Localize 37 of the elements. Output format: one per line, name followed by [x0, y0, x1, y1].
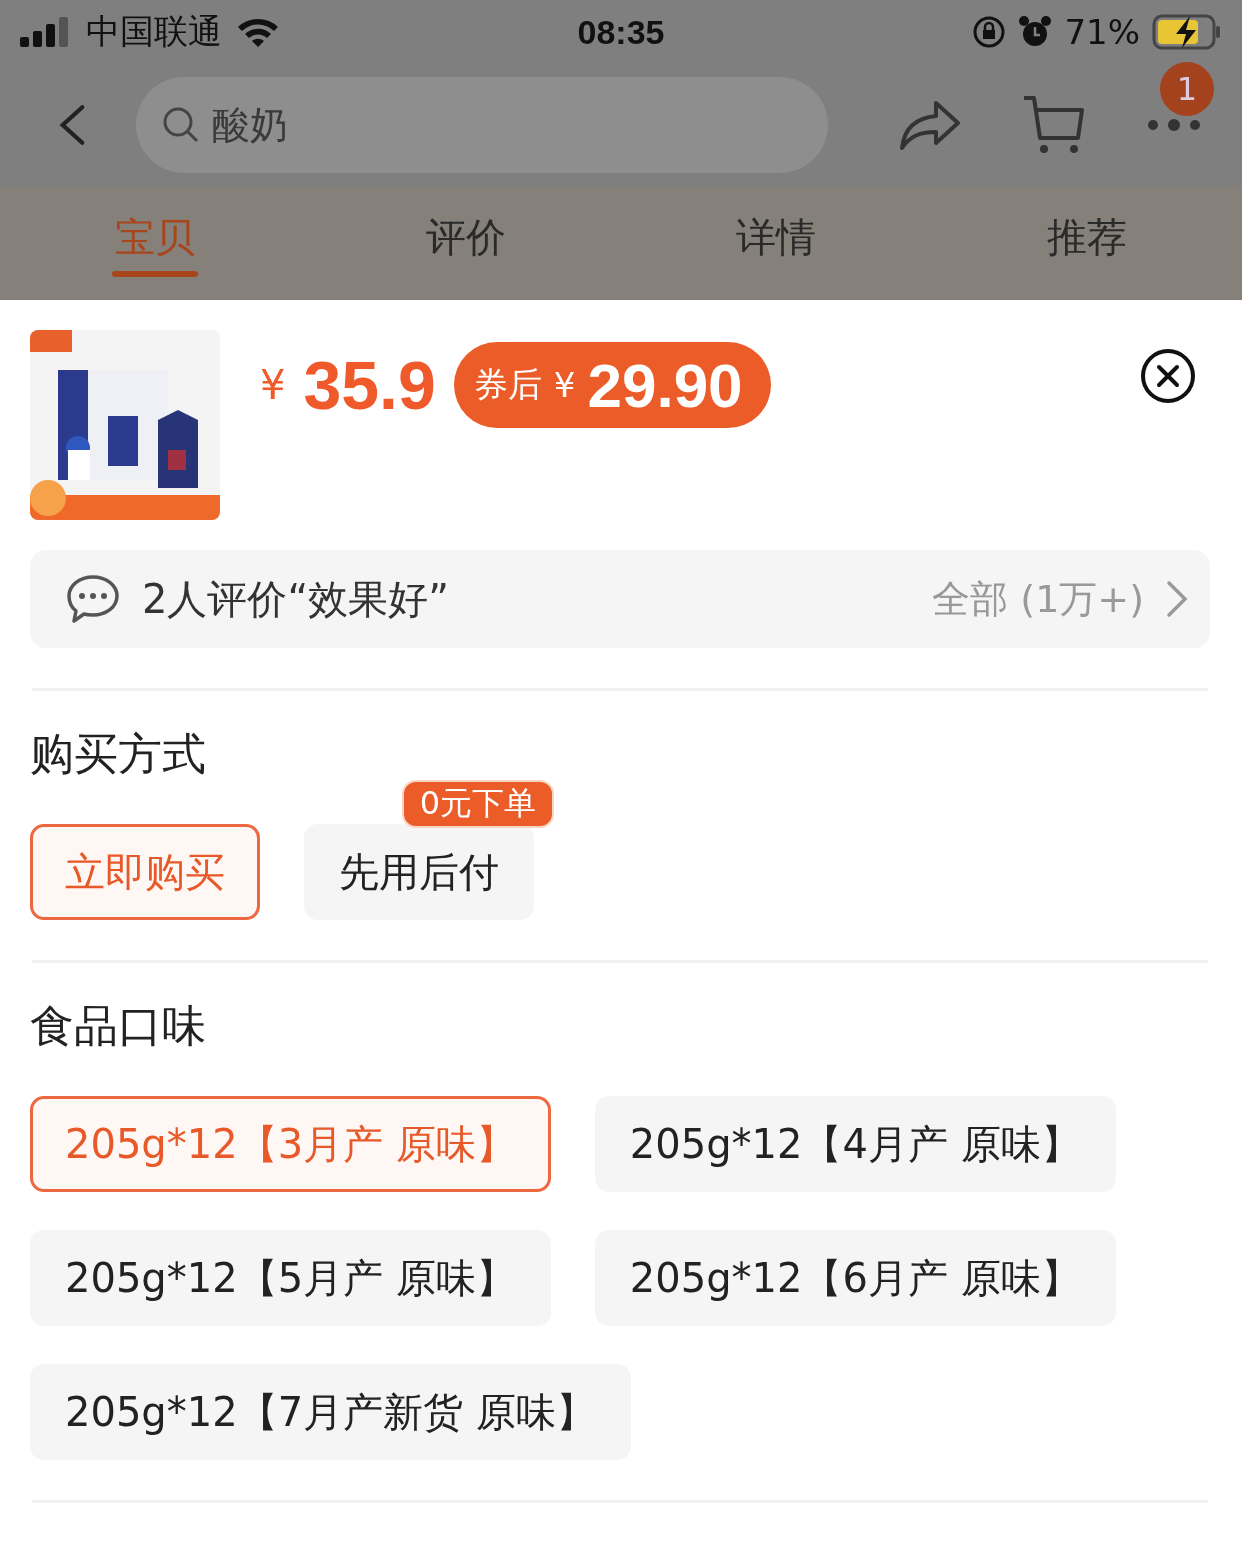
battery-charging-icon [1152, 14, 1222, 50]
coupon-price: 29.90 [587, 349, 743, 421]
section-title: 食品口味 [30, 999, 207, 1053]
all-reviews-link[interactable]: 全部 (1万+) [932, 573, 1144, 625]
chat-bubble-icon [66, 574, 120, 624]
search-field[interactable]: 酸奶 [136, 77, 828, 173]
carrier-name: 中国联通 [86, 10, 222, 53]
currency-symbol: ¥ [553, 365, 576, 405]
review-highlight: 2人评价“效果好” [142, 574, 450, 624]
option-chip[interactable]: 205g*12【6月产 原味】 [594, 1230, 1116, 1326]
option-chip[interactable]: 先用后付 [304, 824, 534, 920]
promo-badge: 0元下单 [401, 780, 554, 828]
more-icon[interactable] [1146, 118, 1202, 132]
price: 35.9 [303, 346, 436, 424]
notification-badge: 1 [1160, 62, 1214, 116]
close-icon[interactable] [1140, 348, 1196, 404]
chevron-right-icon [1166, 580, 1188, 618]
review-summary-bar[interactable]: 2人评价“效果好” 全部 (1万+) [30, 550, 1210, 648]
cart-icon[interactable] [1022, 94, 1086, 156]
currency-symbol: ¥ [260, 362, 286, 408]
section-title: 购买方式 [30, 727, 207, 781]
tab[interactable]: 详情 [621, 186, 932, 300]
rotation-lock-icon [972, 15, 1007, 49]
battery-percent: 71% [1064, 12, 1140, 52]
option-chip[interactable]: 205g*12【5月产 原味】 [30, 1230, 551, 1326]
back-icon[interactable] [58, 103, 86, 147]
option-chip[interactable]: 205g*12【4月产 原味】 [594, 1096, 1116, 1192]
wifi-icon [236, 16, 280, 48]
clock-time: 08:35 [576, 12, 666, 52]
option-chip[interactable]: 205g*12【3月产 原味】 [30, 1096, 551, 1192]
tab[interactable]: 评价 [310, 186, 621, 300]
option-chip[interactable]: 205g*12【7月产新货 原味】 [30, 1364, 631, 1460]
tab[interactable]: 推荐 [931, 186, 1242, 300]
coupon-label: 券后 [473, 363, 542, 406]
share-icon[interactable] [898, 99, 962, 151]
alarm-icon [1018, 15, 1053, 49]
option-chip[interactable]: 立即购买 [30, 824, 260, 920]
